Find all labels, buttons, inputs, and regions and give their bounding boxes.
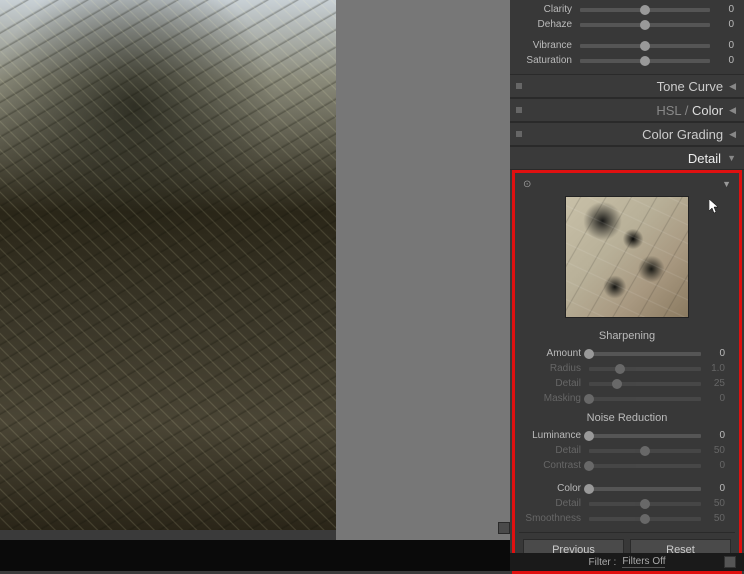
slider-label: Radius (519, 363, 589, 374)
slider-label: Saturation (510, 55, 580, 66)
nr-luminance-slider[interactable]: Luminance 0 (519, 428, 735, 443)
library-filter-bar: Filter : Filters Off (510, 553, 744, 571)
slider-track[interactable] (580, 8, 710, 12)
slider-track[interactable] (589, 449, 701, 453)
slider-track[interactable] (580, 44, 710, 48)
slider-value[interactable]: 0 (701, 460, 725, 471)
slider-label: Vibrance (510, 40, 580, 51)
detail-zoom-preview[interactable] (565, 196, 689, 318)
detail-target-icon[interactable]: ⊙ (523, 179, 531, 190)
slider-value[interactable]: 50 (701, 513, 725, 524)
panel-toggle-icon[interactable] (516, 131, 522, 137)
slider-label: Masking (519, 393, 589, 404)
slider-label: Clarity (510, 4, 580, 15)
slider-label: Smoothness (519, 513, 589, 524)
sharpening-title: Sharpening (519, 330, 735, 342)
slider-label: Contrast (519, 460, 589, 471)
chevron-down-icon: ▼ (727, 153, 736, 163)
slider-value[interactable]: 25 (701, 378, 725, 389)
slider-value[interactable]: 0 (710, 40, 734, 51)
chevron-left-icon: ◀ (729, 105, 736, 116)
nr-lum-detail-slider[interactable]: Detail 50 (519, 443, 735, 458)
panel-title: HSL / Color (656, 103, 723, 118)
slider-value[interactable]: 50 (701, 445, 725, 456)
presence-sliders: Clarity 0 Dehaze 0 Vibrance 0 Saturation… (510, 0, 744, 68)
slider-value[interactable]: 0 (701, 430, 725, 441)
slider-track[interactable] (589, 464, 701, 468)
chevron-left-icon: ◀ (729, 129, 736, 140)
develop-right-panel: Clarity 0 Dehaze 0 Vibrance 0 Saturation… (510, 0, 744, 571)
slider-track[interactable] (589, 382, 701, 386)
slider-value[interactable]: 1.0 (701, 363, 725, 374)
canvas-background (336, 0, 510, 540)
slider-label: Dehaze (510, 19, 580, 30)
saturation-slider[interactable]: Saturation 0 (510, 53, 744, 68)
detail-panel-header[interactable]: Detail ▼ (510, 146, 744, 170)
lock-icon[interactable] (724, 556, 736, 568)
panel-toggle-icon[interactable] (516, 83, 522, 89)
nr-color-detail-slider[interactable]: Detail 50 (519, 496, 735, 511)
clarity-slider[interactable]: Clarity 0 (510, 2, 744, 17)
slider-track[interactable] (580, 59, 710, 63)
slider-value[interactable]: 0 (710, 19, 734, 30)
panel-title: Tone Curve (657, 79, 723, 94)
detail-panel-highlighted: ⊙ ▼ Sharpening Amount 0 Radius 1.0 Detai… (512, 170, 742, 574)
slider-track[interactable] (589, 502, 701, 506)
caret-down-icon[interactable]: ▼ (722, 179, 731, 190)
slider-label: Amount (519, 348, 589, 359)
tone-curve-panel-header[interactable]: Tone Curve ◀ (510, 74, 744, 98)
panel-title: Detail (688, 151, 721, 166)
nr-smoothness-slider[interactable]: Smoothness 50 (519, 511, 735, 526)
slider-track[interactable] (580, 23, 710, 27)
slider-value[interactable]: 50 (701, 498, 725, 509)
slider-label: Detail (519, 378, 589, 389)
hsl-color-panel-header[interactable]: HSL / Color ◀ (510, 98, 744, 122)
sharpen-detail-slider[interactable]: Detail 25 (519, 376, 735, 391)
slider-label: Detail (519, 445, 589, 456)
color-grading-panel-header[interactable]: Color Grading ◀ (510, 122, 744, 146)
soft-proof-toggle[interactable] (498, 522, 510, 534)
slider-value[interactable]: 0 (710, 55, 734, 66)
sharpen-radius-slider[interactable]: Radius 1.0 (519, 361, 735, 376)
slider-track[interactable] (589, 517, 701, 521)
panel-toggle-icon[interactable] (516, 107, 522, 113)
slider-value[interactable]: 0 (701, 483, 725, 494)
main-preview-image[interactable] (0, 0, 336, 530)
slider-track[interactable] (589, 367, 701, 371)
panel-title: Color Grading (642, 127, 723, 142)
nr-contrast-slider[interactable]: Contrast 0 (519, 458, 735, 473)
dehaze-slider[interactable]: Dehaze 0 (510, 17, 744, 32)
slider-track[interactable] (589, 487, 701, 491)
sharpen-masking-slider[interactable]: Masking 0 (519, 391, 735, 406)
slider-value[interactable]: 0 (710, 4, 734, 15)
sharpen-amount-slider[interactable]: Amount 0 (519, 346, 735, 361)
noise-reduction-title: Noise Reduction (519, 412, 735, 424)
slider-value[interactable]: 0 (701, 393, 725, 404)
slider-label: Luminance (519, 430, 589, 441)
slider-track[interactable] (589, 397, 701, 401)
slider-track[interactable] (589, 352, 701, 356)
filter-value[interactable]: Filters Off (622, 556, 665, 568)
slider-label: Color (519, 483, 589, 494)
slider-track[interactable] (589, 434, 701, 438)
vibrance-slider[interactable]: Vibrance 0 (510, 38, 744, 53)
filter-label: Filter : (589, 557, 617, 568)
nr-color-slider[interactable]: Color 0 (519, 481, 735, 496)
slider-label: Detail (519, 498, 589, 509)
slider-value[interactable]: 0 (701, 348, 725, 359)
chevron-left-icon: ◀ (729, 81, 736, 92)
